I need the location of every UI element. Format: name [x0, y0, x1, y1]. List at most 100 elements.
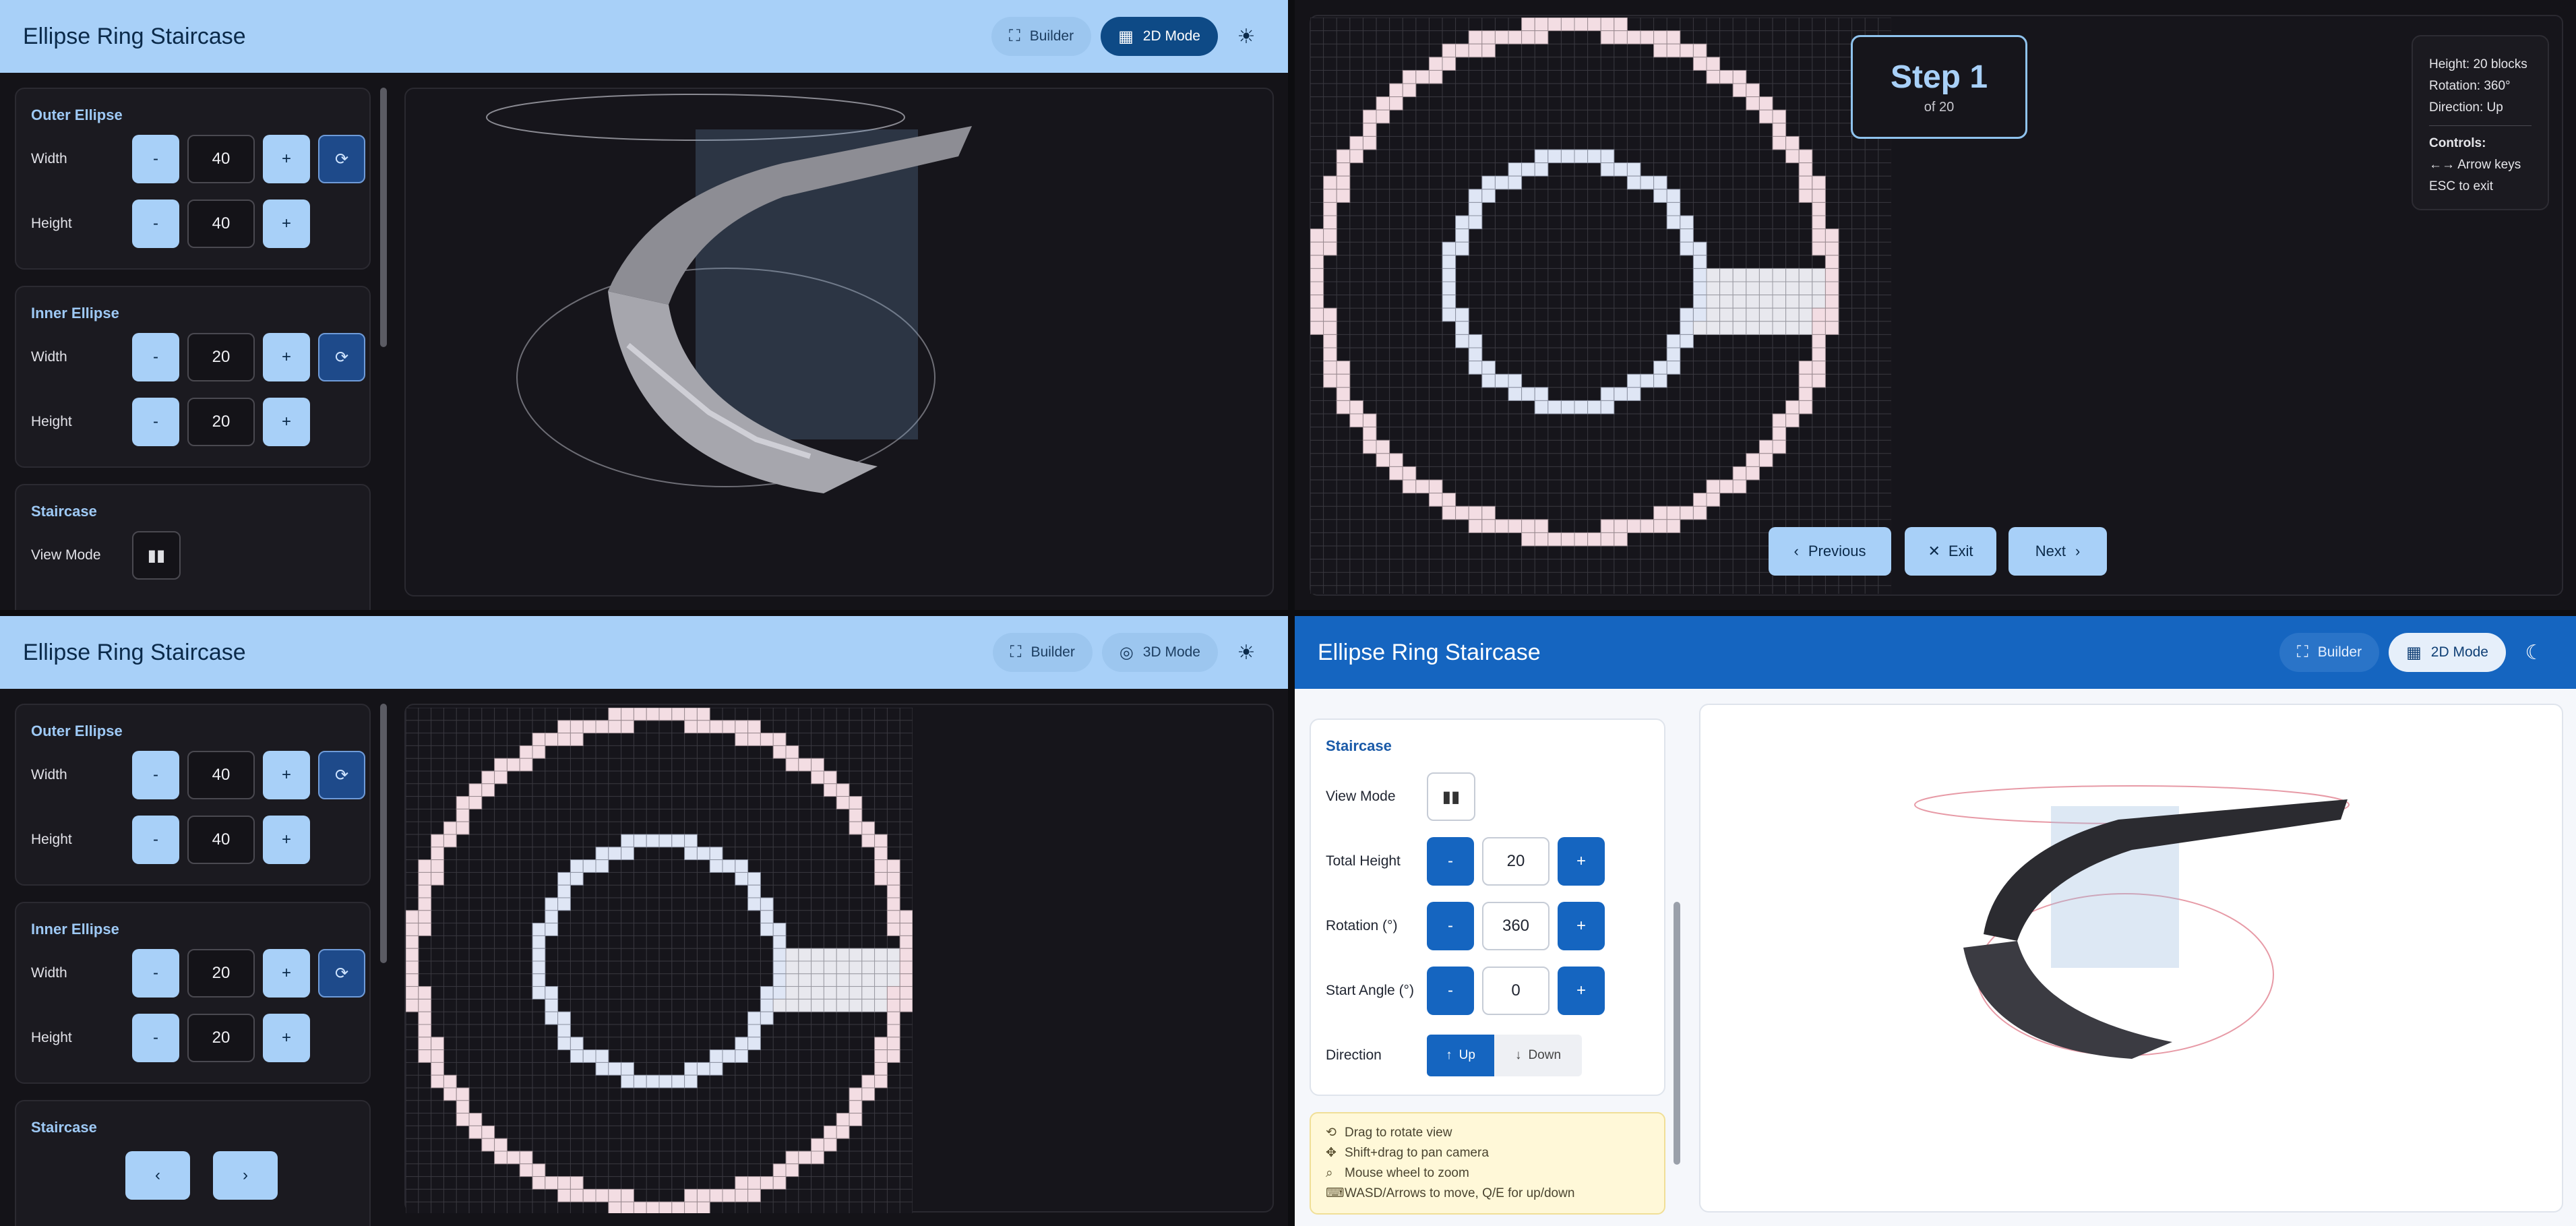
rotation-row: Rotation (°) - 360 +	[1326, 900, 1605, 952]
start-angle-input[interactable]: 0	[1482, 967, 1550, 1015]
info-divider	[2429, 125, 2532, 126]
inner-width-increment-button[interactable]: +	[263, 949, 310, 998]
outer-ellipse-title: Outer Ellipse	[31, 106, 123, 123]
total-height-label: Total Height	[1326, 853, 1401, 869]
step-subtitle: of 20	[1924, 100, 1955, 115]
builder-button[interactable]: ⛶ Builder	[2279, 633, 2380, 672]
view-mode-label: View Mode	[31, 547, 101, 563]
sidebar-scrollbar[interactable]	[380, 704, 387, 963]
exit-button[interactable]: ✕ Exit	[1905, 527, 1996, 576]
zoom-icon: ⌕	[1326, 1166, 1333, 1180]
controls-title: Controls:	[2429, 136, 2486, 150]
rotation-decrement-button[interactable]: -	[1427, 902, 1474, 950]
inner-width-input[interactable]: 20	[187, 333, 255, 381]
staircase-title: Staircase	[31, 503, 97, 520]
previous-label: Previous	[1808, 543, 1866, 559]
inner-width-decrement-button[interactable]: -	[132, 949, 179, 998]
arrow-down-icon: ↓	[1514, 1048, 1522, 1062]
outer-height-increment-button[interactable]: +	[263, 816, 310, 864]
direction-up-button[interactable]: ↑ Up	[1427, 1035, 1494, 1076]
3d-viewport[interactable]	[1699, 704, 2563, 1213]
step-grid[interactable]	[1310, 18, 1891, 594]
step-title: Step 1	[1890, 59, 1988, 95]
moon-icon[interactable]: ☾	[2515, 634, 2553, 671]
previous-button[interactable]: ‹ Previous	[1769, 527, 1891, 576]
inner-width-decrement-button[interactable]: -	[132, 333, 179, 381]
direction-down-button[interactable]: ↓ Down	[1494, 1035, 1582, 1076]
start-angle-decrement-button[interactable]: -	[1427, 967, 1474, 1015]
inner-ellipse-title: Inner Ellipse	[31, 921, 119, 938]
rotation-increment-button[interactable]: +	[1558, 902, 1605, 950]
outer-width-decrement-button[interactable]: -	[132, 751, 179, 799]
hint-pan-text: Shift+drag to pan camera	[1345, 1146, 1489, 1160]
total-height-input[interactable]: 20	[1482, 837, 1550, 886]
mode-3d-button[interactable]: ◎ 3D Mode	[1101, 633, 1218, 672]
view-mode-icon[interactable]: ▮▮	[1427, 772, 1475, 821]
sidebar-scrollbar[interactable]	[1674, 902, 1680, 1165]
rotation-label: Rotation (°)	[1326, 918, 1398, 933]
chevron-right-icon[interactable]: ›	[213, 1151, 278, 1200]
inner-width-increment-button[interactable]: +	[263, 333, 310, 381]
outer-width-input[interactable]: 40	[187, 135, 255, 183]
outer-width-input[interactable]: 40	[187, 751, 255, 799]
staircase-card: Staircase ‹ ›	[15, 1100, 371, 1226]
sync-icon[interactable]: ⟳	[318, 751, 365, 799]
mode-2d-button[interactable]: ▦ 2D Mode	[1101, 17, 1218, 56]
sync-icon[interactable]: ⟳	[318, 135, 365, 183]
outer-height-increment-button[interactable]: +	[263, 200, 310, 248]
sidebar-scrollbar[interactable]	[380, 88, 387, 347]
sync-icon[interactable]: ⟳	[318, 333, 365, 381]
view-mode-row: View Mode ▮▮	[31, 530, 181, 581]
layer-nav: ‹ ›	[125, 1151, 278, 1200]
outer-width-increment-button[interactable]: +	[263, 751, 310, 799]
outer-height-label: Height	[31, 832, 72, 847]
outer-width-decrement-button[interactable]: -	[132, 135, 179, 183]
chevron-left-icon[interactable]: ‹	[125, 1151, 190, 1200]
outer-height-input[interactable]: 40	[187, 816, 255, 864]
inner-height-input[interactable]: 20	[187, 1014, 255, 1062]
sun-icon[interactable]: ☀	[1227, 634, 1265, 671]
hint-rotate: ⟲ Drag to rotate view	[1326, 1123, 1649, 1143]
outer-height-input[interactable]: 40	[187, 200, 255, 248]
inner-width-input[interactable]: 20	[187, 949, 255, 998]
start-angle-increment-button[interactable]: +	[1558, 967, 1605, 1015]
layer-grid[interactable]	[406, 708, 913, 1213]
total-height-increment-button[interactable]: +	[1558, 837, 1605, 886]
grid-icon: ▦	[2406, 643, 2422, 662]
outer-height-decrement-button[interactable]: -	[132, 200, 179, 248]
move-icon: ✥	[1326, 1146, 1337, 1160]
rotation-input[interactable]: 360	[1482, 902, 1550, 950]
outer-height-label: Height	[31, 216, 72, 231]
inner-height-label: Height	[31, 1030, 72, 1045]
inner-ellipse-title: Inner Ellipse	[31, 305, 119, 321]
hint-zoom-text: Mouse wheel to zoom	[1345, 1166, 1469, 1180]
inner-height-decrement-button[interactable]: -	[132, 1014, 179, 1062]
app-bar: Ellipse Ring Staircase ⛶ Builder ▦ 2D Mode…	[1295, 616, 2576, 689]
view-mode-icon[interactable]: ▮▮	[132, 531, 181, 580]
outer-width-label: Width	[31, 151, 67, 166]
total-height-row: Total Height - 20 +	[1326, 836, 1605, 887]
inner-height-increment-button[interactable]: +	[263, 398, 310, 446]
controls-esc: ESC to exit	[2429, 179, 2494, 193]
start-angle-label: Start Angle (°)	[1326, 983, 1414, 998]
3d-rotation-icon: ◎	[1119, 643, 1134, 662]
sun-icon[interactable]: ☀	[1227, 18, 1265, 55]
outer-height-row: Height - 40 +	[31, 198, 310, 249]
sidebar: Outer Ellipse Width - 40 + ⟳ Height - 40…	[0, 73, 377, 610]
hint-pan: ✥ Shift+drag to pan camera	[1326, 1143, 1649, 1163]
inner-height-input[interactable]: 20	[187, 398, 255, 446]
outer-width-increment-button[interactable]: +	[263, 135, 310, 183]
inner-height-row: Height - 20 +	[31, 1012, 310, 1064]
mode-2d-button[interactable]: ▦ 2D Mode	[2389, 633, 2506, 672]
builder-button[interactable]: ⛶ Builder	[992, 633, 1093, 672]
builder-button[interactable]: ⛶ Builder	[991, 17, 1092, 56]
3d-viewport[interactable]	[404, 88, 1274, 596]
total-height-decrement-button[interactable]: -	[1427, 837, 1474, 886]
staircase-title: Staircase	[1326, 737, 1392, 754]
inner-height-increment-button[interactable]: +	[263, 1014, 310, 1062]
next-button[interactable]: Next ›	[2008, 527, 2107, 576]
sync-icon[interactable]: ⟳	[318, 949, 365, 998]
sidebar: Outer Ellipse Width - 40 + ⟳ Height - 40…	[0, 689, 377, 1226]
outer-height-decrement-button[interactable]: -	[132, 816, 179, 864]
inner-height-decrement-button[interactable]: -	[132, 398, 179, 446]
